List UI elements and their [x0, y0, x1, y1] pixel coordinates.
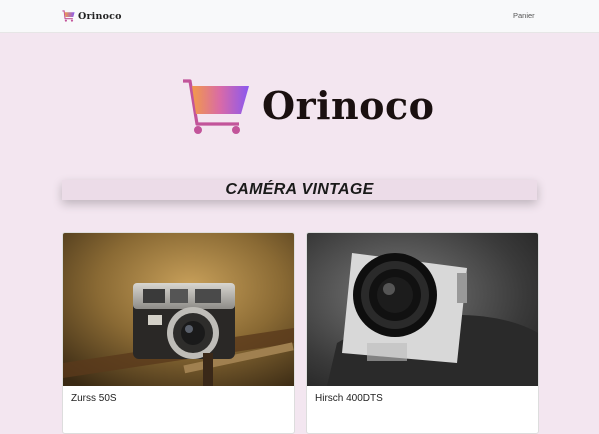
cart-link[interactable]: Panier: [513, 11, 535, 20]
cart-logo-icon: [62, 10, 75, 22]
cart-logo-icon: [183, 79, 249, 134]
product-card[interactable]: Zurss 50S: [62, 232, 295, 434]
product-name: Zurss 50S: [71, 393, 117, 404]
product-name: Hirsch 400DTS: [315, 393, 383, 404]
hero-logo-text: Orinoco: [262, 83, 435, 128]
product-image-camera-photo-sepia: [63, 233, 294, 386]
product-image-camera-lens-bw: [307, 233, 538, 386]
section-title: CAMÉRA VINTAGE: [62, 180, 537, 200]
brand-text: Orinoco: [78, 10, 122, 22]
product-card[interactable]: Hirsch 400DTS: [306, 232, 539, 434]
brand-link[interactable]: Orinoco: [62, 9, 122, 23]
navbar: Orinoco Panier: [0, 0, 599, 33]
